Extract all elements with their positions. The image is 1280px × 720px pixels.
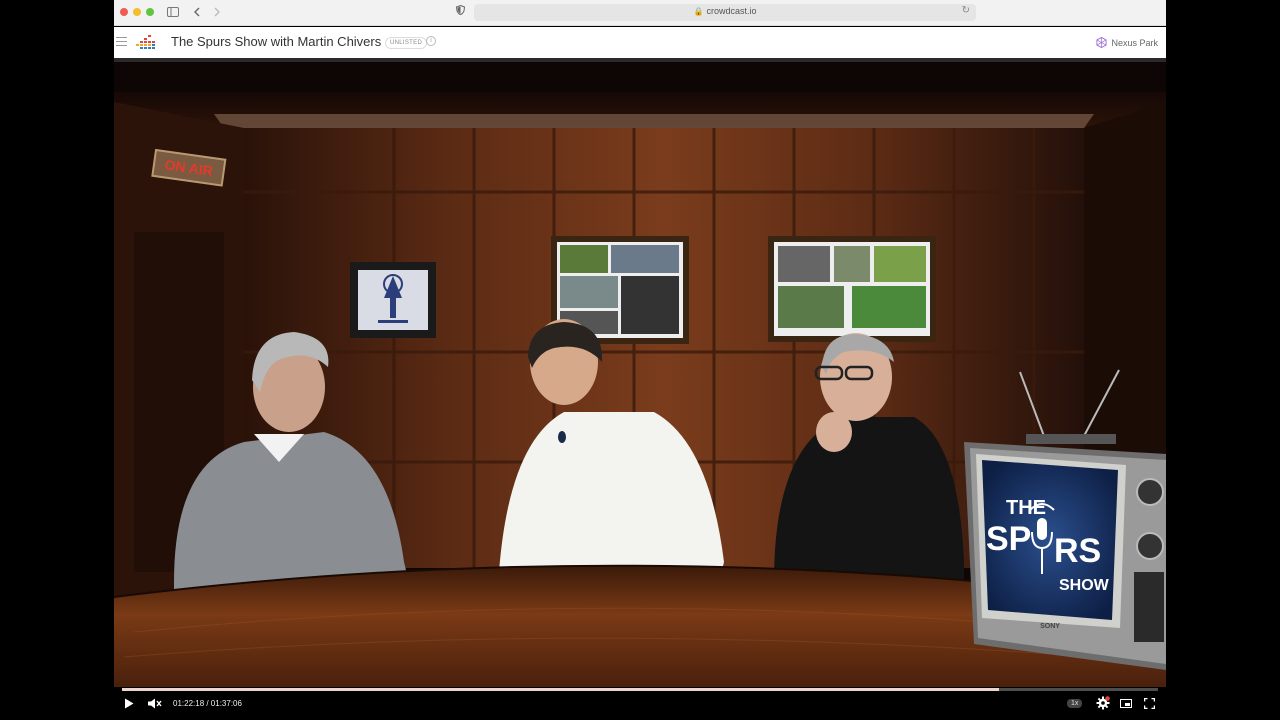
browser-window: 🔒 crowdcast.io ↻ The Spurs Show with Mart… <box>114 0 1166 720</box>
unlisted-badge: UNLISTED <box>385 37 428 49</box>
video-player[interactable]: ON AIR THE SP RS SHOW SONY <box>114 62 1166 687</box>
url-text: crowdcast.io <box>706 6 757 16</box>
back-icon[interactable] <box>193 5 201 21</box>
window-controls <box>120 8 154 16</box>
lock-icon: 🔒 <box>693 7 704 16</box>
studio-scene: ON AIR THE SP RS SHOW SONY <box>114 62 1166 687</box>
fullscreen-icon[interactable] <box>1144 698 1155 709</box>
app-header: The Spurs Show with Martin Chivers UNLIS… <box>114 27 1166 58</box>
svg-text:SONY: SONY <box>1040 623 1060 630</box>
settings-gear-icon[interactable] <box>1096 696 1110 710</box>
settings-notification-dot <box>1105 696 1110 701</box>
sidebar-toggle-icon[interactable] <box>167 5 179 21</box>
time-display: 01:22:18 / 01:37:06 <box>173 699 242 708</box>
reload-icon[interactable]: ↻ <box>962 5 970 16</box>
playback-speed-button[interactable]: 1x <box>1067 699 1083 708</box>
picture-in-picture-icon[interactable] <box>1120 699 1132 708</box>
crowdcast-logo[interactable] <box>136 35 158 49</box>
svg-text:THE: THE <box>1006 497 1046 519</box>
svg-text:SP: SP <box>986 520 1031 558</box>
player-controls: 01:22:18 / 01:37:06 1x <box>114 687 1166 720</box>
close-window-button[interactable] <box>120 8 128 16</box>
org-link[interactable]: Nexus Park <box>1096 37 1158 48</box>
menu-icon[interactable] <box>116 37 127 46</box>
shield-icon[interactable] <box>455 4 466 18</box>
nexus-park-logo-icon <box>1096 37 1108 48</box>
org-name: Nexus Park <box>1111 37 1158 48</box>
info-icon[interactable]: i <box>426 36 436 46</box>
browser-toolbar: 🔒 crowdcast.io ↻ <box>114 0 1166 26</box>
svg-text:SHOW: SHOW <box>1059 577 1110 594</box>
svg-text:RS: RS <box>1054 532 1101 570</box>
framed-photo-collage-right <box>768 236 936 342</box>
framed-crest <box>350 262 436 338</box>
address-bar[interactable]: 🔒 crowdcast.io ↻ <box>474 4 976 21</box>
seek-bar-progress <box>122 688 1000 691</box>
seek-bar[interactable] <box>122 688 1158 691</box>
minimize-window-button[interactable] <box>133 8 141 16</box>
page-title: The Spurs Show with Martin Chivers <box>171 34 382 49</box>
play-icon[interactable] <box>124 698 134 713</box>
mute-icon[interactable] <box>148 698 162 713</box>
forward-icon[interactable] <box>213 5 221 21</box>
maximize-window-button[interactable] <box>146 8 154 16</box>
